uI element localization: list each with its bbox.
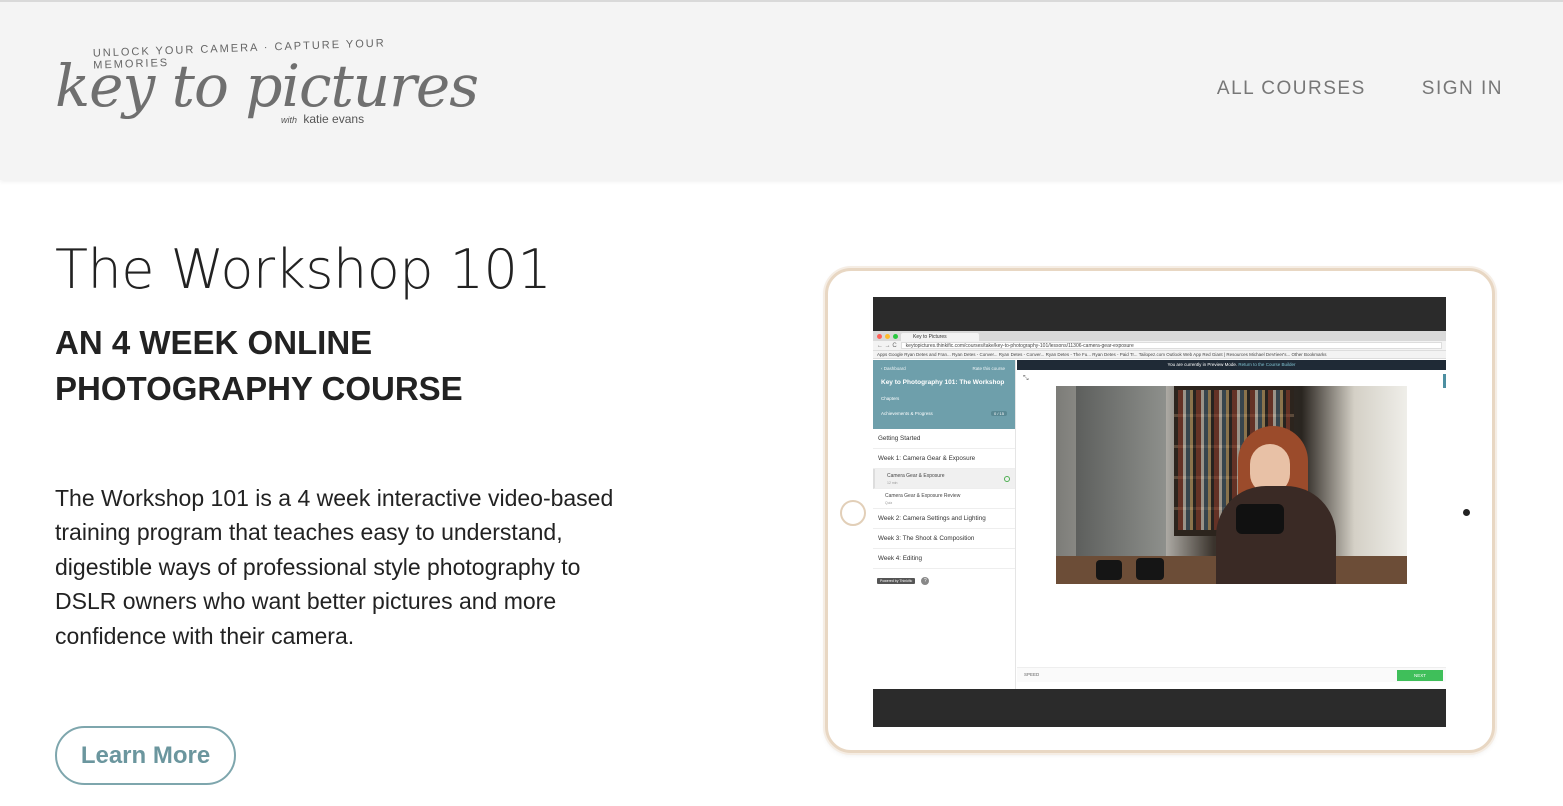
page-title: The Workshop 101 [55, 238, 552, 301]
lesson-title: Camera Gear & Exposure [887, 473, 945, 479]
sidebar-header: ‹ Dashboard Rate this course Key to Phot… [873, 360, 1015, 429]
preview-mode-text: You are currently in Preview Mode. [1167, 362, 1238, 367]
chapters-link: Chapters [881, 396, 1007, 401]
site-header: UNLOCK YOUR CAMERA · CAPTURE YOUR MEMORI… [0, 0, 1563, 180]
progress-circle-icon [1004, 476, 1010, 482]
achievements-label: Achievements & Progress [881, 411, 933, 416]
close-dot-icon [877, 334, 882, 339]
main-nav: ALL COURSES SIGN IN [1217, 78, 1503, 100]
chapter-item: Week 4: Editing [873, 549, 1015, 569]
maximize-dot-icon [893, 334, 898, 339]
chapter-item: Week 2: Camera Settings and Lighting [873, 509, 1015, 529]
video-lens-icon [1136, 558, 1164, 580]
course-sidebar: ‹ Dashboard Rate this course Key to Phot… [873, 360, 1016, 689]
expand-icon: ⤡ [1023, 375, 1029, 382]
logo-wordmark: key to pictures [55, 52, 479, 120]
tablet-screen: Key to Pictures ← → C keytopictures.thin… [873, 297, 1446, 727]
lesson-item: Camera Gear & Exposure Review Quiz [873, 489, 1015, 509]
course-description: The Workshop 101 is a 4 week interactive… [55, 485, 614, 649]
lesson-item-active: Camera Gear & Exposure 12 min [873, 469, 1015, 489]
tablet-camera-dot [1463, 509, 1470, 516]
video-scene-lamp [1076, 386, 1166, 561]
window-controls [877, 334, 898, 339]
lesson-meta: Quiz [885, 501, 893, 505]
chapter-item: Getting Started [873, 429, 1015, 449]
nav-all-courses[interactable]: ALL COURSES [1217, 78, 1366, 100]
preview-mode-bar: You are currently in Preview Mode. Retur… [1017, 360, 1446, 370]
return-builder-link: Return to the Course Builder [1238, 362, 1296, 367]
scroll-accent [1443, 374, 1446, 388]
video-person-body [1216, 486, 1336, 584]
speed-label: SPEED [1024, 672, 1040, 677]
progress-badge: 0 / 15 [990, 411, 1007, 416]
site-logo[interactable]: UNLOCK YOUR CAMERA · CAPTURE YOUR MEMORI… [55, 37, 479, 138]
powered-by: Powered by Thinkific ? [877, 577, 1015, 585]
browser-window: Key to Pictures ← → C keytopictures.thin… [873, 331, 1446, 689]
course-player: ‹ Dashboard Rate this course Key to Phot… [873, 360, 1446, 689]
chapters-label: Chapters [881, 396, 900, 401]
video-lens-icon [1096, 560, 1122, 580]
tablet-home-button [840, 500, 866, 526]
chapter-item: Week 1: Camera Gear & Exposure [873, 449, 1015, 469]
logo-with: with [281, 115, 298, 125]
lesson-video-frame [1056, 386, 1407, 584]
nav-sign-in[interactable]: SIGN IN [1422, 78, 1503, 100]
browser-tabbar: Key to Pictures [873, 331, 1446, 341]
learn-more-button[interactable]: Learn More [55, 726, 236, 785]
rate-course-link: Rate this course [972, 366, 1005, 371]
browser-urlbar: ← → C keytopictures.thinkific.com/course… [873, 341, 1446, 351]
lesson-content: You are currently in Preview Mode. Retur… [1017, 360, 1446, 689]
browser-tab: Key to Pictures [901, 333, 979, 341]
minimize-dot-icon [885, 334, 890, 339]
browser-nav-icons: ← → C [877, 342, 897, 349]
logo-author: with katie evans [281, 112, 364, 126]
lesson-title: Camera Gear & Exposure Review [885, 493, 961, 499]
course-title: Key to Photography 101: The Workshop [881, 379, 1005, 386]
tablet-mockup: Key to Pictures ← → C keytopictures.thin… [825, 268, 1495, 753]
lesson-meta: 12 min [887, 481, 898, 485]
help-icon: ? [921, 577, 930, 585]
chapter-item: Week 3: The Shoot & Composition [873, 529, 1015, 549]
next-button: NEXT [1397, 670, 1443, 681]
address-bar: keytopictures.thinkific.com/courses/take… [900, 342, 1442, 349]
page-subtitle: AN 4 WEEK ONLINE PHOTOGRAPHY COURSE [55, 324, 463, 407]
video-camera-icon [1236, 504, 1284, 534]
logo-author-name: katie evans [303, 112, 365, 126]
bookmarks-bar: Apps Google Ryan Detes and Fran... Ryan … [873, 351, 1446, 359]
lesson-footer-bar: SPEED NEXT [1017, 667, 1446, 682]
achievements-link: Achievements & Progress 0 / 15 [881, 411, 1007, 416]
powered-by-badge: Powered by Thinkific [877, 578, 916, 584]
